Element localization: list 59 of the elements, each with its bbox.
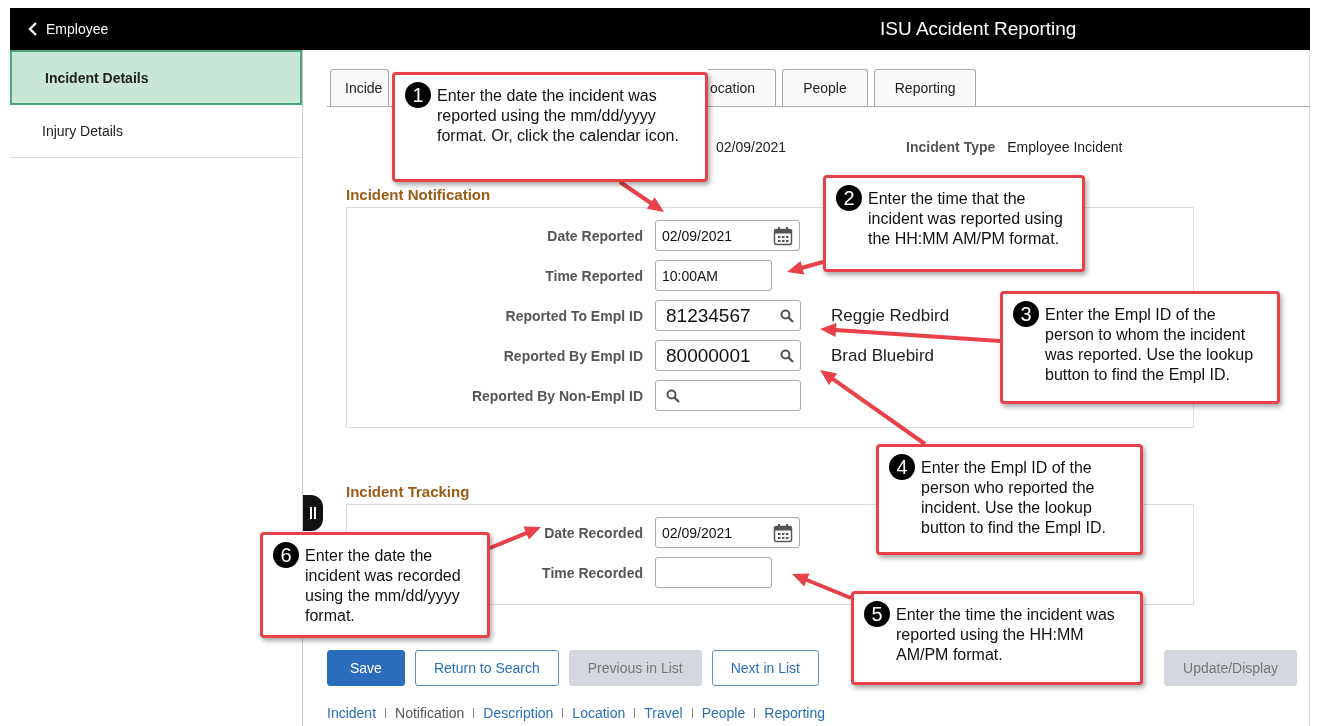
section-title: Incident Tracking [346,483,470,500]
pause-bars-icon [310,507,316,519]
callout-text: Enter the date the incident was recorded using the mm/dd/yyyy format. [305,546,462,626]
page-link[interactable]: Incident [327,705,377,721]
action-button[interactable]: Next in List [711,650,819,686]
page-title: ISU Accident Reporting [880,18,1077,40]
sidebar-item[interactable]: Incident Details [10,50,302,105]
step-number: 1 [405,82,431,108]
page-link[interactable]: Location [572,705,626,721]
step-number: 5 [864,601,890,627]
empl-id-field[interactable]: 81234567 [655,300,801,331]
page-link[interactable]: Reporting [764,705,825,721]
callout-text: Enter the Empl ID of the person to whom the incident was reported. Use the lookup button to find the Empl ID. [1045,305,1255,385]
search-icon[interactable] [780,348,794,363]
page-link[interactable]: Description [483,705,554,721]
incident-type-value: Employee Incident [1007,138,1123,155]
time-field[interactable]: 10:00AM [655,260,772,291]
empl-id-field[interactable] [655,380,801,411]
person-name: Reggie Redbird [831,307,950,324]
callout-text: Enter the time the incident was reported using the HH:MM AM/PM format. [896,605,1116,665]
callout-text: Enter the date the incident was reported using the mm/dd/yyyy format. Or, click the calendar icon. [437,86,680,146]
search-icon[interactable] [666,388,680,403]
chevron-left-icon [28,22,38,36]
field-label: Reported To Empl ID [505,307,643,324]
incident-type-label: Incident Type [906,138,996,155]
callout-text: Enter the time that the incident was reported using the HH:MM AM/PM format. [868,189,1064,249]
step-number: 4 [889,454,915,480]
search-icon[interactable] [780,308,794,323]
field-label: Date Reported [547,227,643,244]
action-button[interactable]: Save [327,650,405,686]
step-number: 2 [836,185,862,211]
action-button[interactable]: Return to Search [414,650,559,686]
callout-text: Enter the Empl ID of the person who reported the incident. Use the lookup button to find the Empl ID. [921,458,1107,538]
page-link[interactable]: People [701,705,746,721]
calendar-icon[interactable] [773,225,793,246]
field-label: Time Recorded [542,564,643,581]
field-label: Reported By Non-Empl ID [471,387,643,404]
date-field[interactable]: 02/09/2021 [655,220,800,251]
tab[interactable]: ocation [708,69,777,106]
empl-id-field[interactable]: 80000001 [655,340,801,371]
tab[interactable]: Reporting [873,69,977,106]
page-link[interactable]: Travel [644,705,683,721]
tab[interactable]: People [782,69,868,106]
incident-date: 02/09/2021 [716,138,787,155]
step-number: 3 [1013,301,1039,327]
field-label: Date Recorded [544,524,643,541]
date-field[interactable]: 02/09/2021 [655,517,800,548]
tab[interactable]: Incide [330,69,389,106]
calendar-icon[interactable] [773,522,793,543]
field-label: Reported By Empl ID [503,347,643,364]
sidebar-item[interactable]: Injury Details [10,105,302,158]
page-link[interactable]: Notification [395,705,465,721]
collapse-handle[interactable] [303,495,323,531]
field-label: Time Reported [545,267,643,284]
person-name: Brad Bluebird [831,347,934,364]
step-number: 6 [273,542,299,568]
back-button[interactable]: Employee [10,21,109,37]
time-field[interactable] [655,557,772,588]
section-title: Incident Notification [346,186,491,203]
